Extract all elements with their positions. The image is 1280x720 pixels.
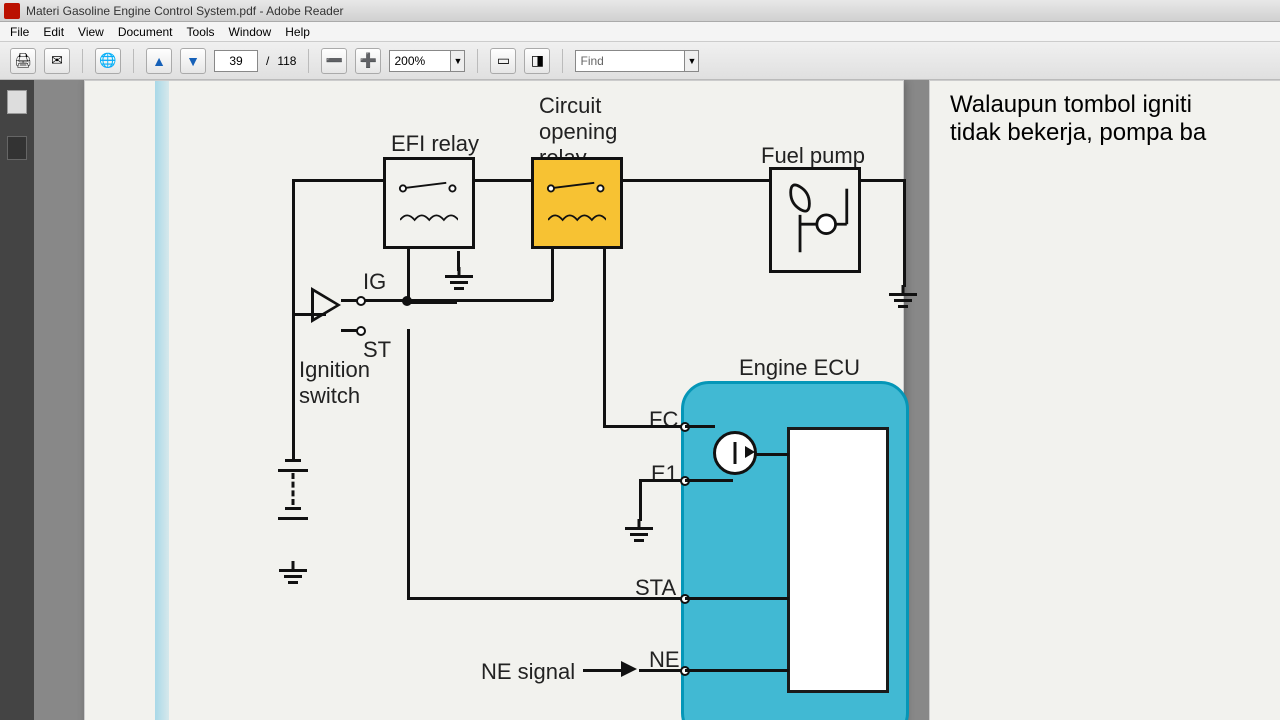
document-area[interactable]: EFI relay Circuit opening relay Fuel pum… — [34, 80, 1280, 720]
pages-panel-icon[interactable] — [7, 90, 27, 114]
ground-icon — [623, 519, 655, 543]
microprocessor-block — [787, 427, 889, 693]
circuit-terminal — [356, 296, 366, 306]
menu-file[interactable]: File — [10, 25, 29, 39]
pdf-page: EFI relay Circuit opening relay Fuel pum… — [84, 80, 904, 720]
ig-label: IG — [363, 269, 386, 295]
fc-label: FC — [649, 407, 678, 433]
separator — [562, 49, 563, 73]
circuit-node — [402, 296, 412, 306]
email-button[interactable]: ✉ — [44, 48, 70, 74]
separator — [308, 49, 309, 73]
arrow-right-icon — [621, 661, 637, 677]
circuit-diagram: EFI relay Circuit opening relay Fuel pum… — [155, 81, 925, 720]
fit-width-button[interactable]: ◨ — [524, 48, 550, 74]
e1-label: E1 — [651, 461, 678, 487]
print-button[interactable]: 🖨 — [10, 48, 36, 74]
workspace: EFI relay Circuit opening relay Fuel pum… — [0, 80, 1280, 720]
page-number-input[interactable]: 39 — [214, 50, 258, 72]
menu-view[interactable]: View — [78, 25, 104, 39]
battery-icon — [277, 459, 309, 549]
ignition-switch-label: Ignition switch — [299, 357, 370, 409]
zoom-in-button[interactable]: ➕ — [355, 48, 381, 74]
menu-help[interactable]: Help — [285, 25, 310, 39]
title-bar: Materi Gasoline Engine Control System.pd… — [0, 0, 1280, 22]
web-button[interactable]: 🌐 — [95, 48, 121, 74]
page-down-button[interactable]: ▼ — [180, 48, 206, 74]
menu-document[interactable]: Document — [118, 25, 173, 39]
page-up-button[interactable]: ▲ — [146, 48, 172, 74]
slide-text-line: Walaupun tombol igniti — [950, 91, 1280, 119]
slide-text-line: tidak bekerja, pompa ba — [950, 119, 1280, 147]
engine-ecu-label: Engine ECU — [739, 355, 860, 381]
efi-relay — [383, 157, 475, 249]
zoom-out-button[interactable]: ➖ — [321, 48, 347, 74]
efi-relay-label: EFI relay — [391, 131, 479, 157]
navigation-sidebar — [0, 80, 34, 720]
fit-page-button[interactable]: ▭ — [490, 48, 516, 74]
menu-bar: File Edit View Document Tools Window Hel… — [0, 22, 1280, 42]
page-separator: / — [266, 54, 269, 68]
pdf-icon — [4, 3, 20, 19]
toolbar: 🖨 ✉ 🌐 ▲ ▼ 39 / 118 ➖ ➕ 200% ▼ ▭ ◨ Find ▼ — [0, 42, 1280, 80]
ground-icon — [277, 561, 309, 585]
transistor-arrow-icon — [745, 446, 755, 458]
bookmarks-panel-icon[interactable] — [7, 136, 27, 160]
separator — [133, 49, 134, 73]
menu-tools[interactable]: Tools — [187, 25, 215, 39]
fuel-pump — [769, 167, 861, 273]
find-input[interactable]: Find — [575, 50, 685, 72]
page-total: 118 — [277, 54, 296, 68]
window-title: Materi Gasoline Engine Control System.pd… — [26, 4, 344, 18]
pdf-next-page-fragment: Walaupun tombol igniti tidak bekerja, po… — [929, 80, 1280, 720]
separator — [82, 49, 83, 73]
find-dropdown[interactable]: ▼ — [685, 50, 699, 72]
ground-icon — [887, 285, 919, 309]
ignition-key-icon — [311, 287, 341, 323]
separator — [477, 49, 478, 73]
zoom-dropdown[interactable]: ▼ — [451, 50, 465, 72]
zoom-input[interactable]: 200% — [389, 50, 451, 72]
menu-edit[interactable]: Edit — [43, 25, 64, 39]
fuel-pump-label: Fuel pump — [761, 143, 865, 169]
menu-window[interactable]: Window — [229, 25, 272, 39]
circuit-opening-relay — [531, 157, 623, 249]
ne-signal-label: NE signal — [481, 659, 575, 685]
circuit-terminal — [356, 326, 366, 336]
